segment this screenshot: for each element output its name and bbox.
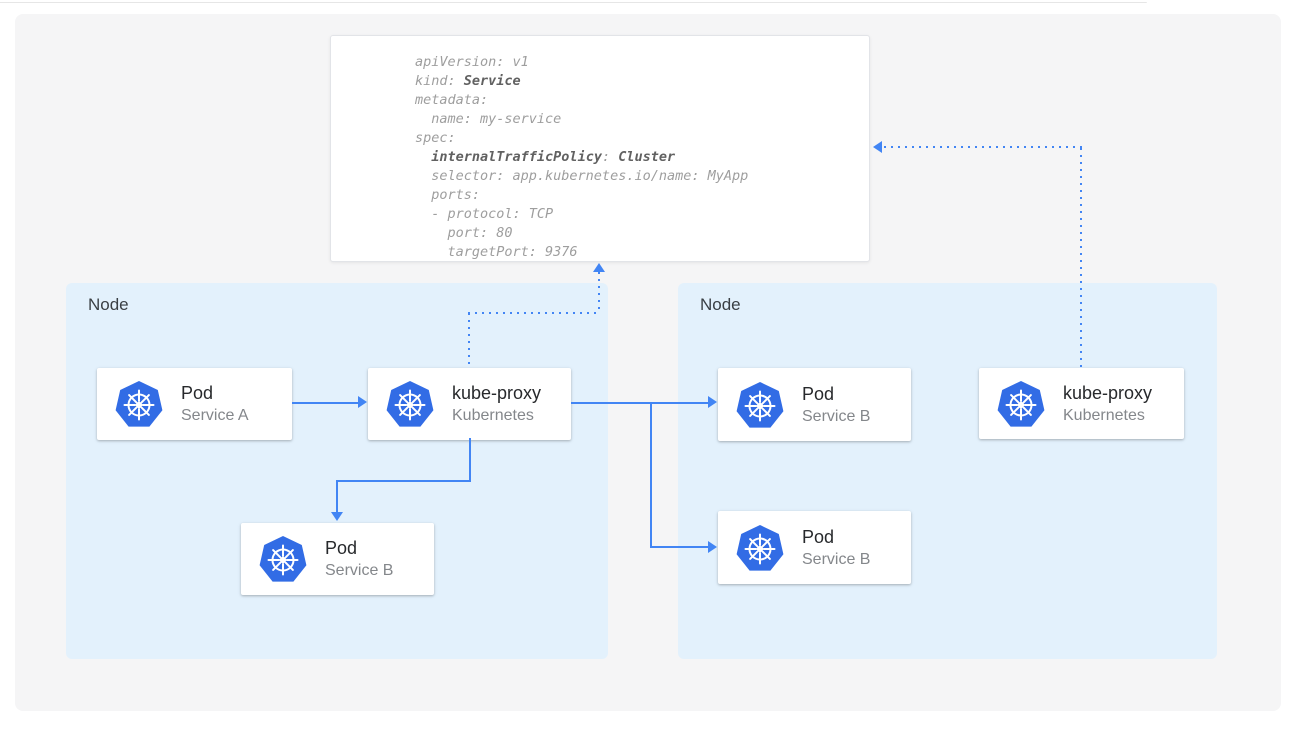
yaml-line-internaltrafficpolicy: internalTrafficPolicy: Cluster — [415, 148, 859, 167]
card-subtitle: Kubernetes — [452, 405, 541, 427]
yaml-text: apiVersion: v1 — [415, 54, 529, 70]
pod-card-service-b-left: Pod Service B — [241, 523, 434, 595]
arrow-line-kubeproxy-to-right-pod-upper — [571, 402, 708, 404]
pod-card-service-b-right-upper: Pod Service B — [718, 368, 911, 441]
arrowhead-right-pod-lower — [708, 541, 717, 553]
yaml-text: spec: — [415, 130, 456, 146]
yaml-text: - protocol: TCP — [415, 206, 553, 222]
arrowhead-poda-to-kubeproxy — [358, 396, 367, 408]
yaml-text: : — [602, 149, 618, 165]
service-yaml-panel: apiVersion: v1 kind: Service metadata: n… — [330, 35, 870, 262]
top-divider — [0, 2, 1147, 3]
kube-proxy-card-left: kube-proxy Kubernetes — [368, 368, 571, 440]
card-subtitle: Service B — [325, 560, 393, 582]
arrow-line-to-right-pod-lower — [650, 546, 708, 548]
kubernetes-wheel-icon — [114, 379, 164, 429]
arrow-line-branch-vertical — [650, 402, 652, 548]
card-text: Pod Service B — [325, 536, 393, 582]
yaml-text — [415, 149, 431, 165]
card-title: Pod — [181, 381, 249, 405]
card-subtitle: Service B — [802, 406, 870, 428]
node-left: Node — [66, 283, 608, 659]
yaml-text: selector: app.kubernetes.io/name: MyApp — [415, 168, 748, 184]
card-subtitle: Service A — [181, 405, 249, 427]
kubernetes-wheel-icon — [258, 534, 308, 584]
card-text: Pod Service A — [181, 381, 249, 427]
arrow-line-kubeproxy-down — [469, 438, 471, 482]
arrowhead-right-to-yaml — [873, 141, 882, 153]
dotted-line-right-horizontal — [884, 146, 1082, 148]
yaml-line-spec: spec: — [415, 129, 859, 148]
arrowhead-left-pod-b — [331, 512, 343, 521]
arrow-line-to-left-pod-b — [336, 480, 338, 512]
yaml-text: targetPort: 9376 — [415, 244, 578, 260]
yaml-text: metadata: — [415, 92, 488, 108]
dotted-line-left-kubeproxy-up — [468, 313, 470, 368]
card-text: Pod Service B — [802, 525, 870, 571]
yaml-text: ports: — [415, 187, 480, 203]
node-right-label: Node — [700, 295, 741, 315]
pod-card-service-b-right-lower: Pod Service B — [718, 511, 911, 584]
card-title: Pod — [802, 525, 870, 549]
kubernetes-wheel-icon — [385, 379, 435, 429]
yaml-text-bold: internalTrafficPolicy — [431, 149, 602, 165]
kube-proxy-card-right: kube-proxy Kubernetes — [979, 368, 1184, 439]
pod-card-service-a: Pod Service A — [97, 368, 292, 440]
yaml-line-port: port: 80 — [415, 224, 859, 243]
dotted-line-left-horizontal — [468, 312, 601, 314]
yaml-line-protocol: - protocol: TCP — [415, 205, 859, 224]
card-text: kube-proxy Kubernetes — [1063, 381, 1152, 427]
arrowhead-left-to-yaml — [593, 263, 605, 272]
arrowhead-right-pod-upper — [708, 396, 717, 408]
yaml-line-apiversion: apiVersion: v1 — [415, 53, 859, 72]
card-subtitle: Service B — [802, 549, 870, 571]
arrow-line-kubeproxy-left — [336, 480, 471, 482]
arrow-line-poda-to-kubeproxy — [292, 402, 358, 404]
yaml-text-bold: Service — [464, 73, 521, 89]
card-text: Pod Service B — [802, 382, 870, 428]
card-title: Pod — [802, 382, 870, 406]
kubernetes-wheel-icon — [735, 380, 785, 430]
kubernetes-wheel-icon — [996, 379, 1046, 429]
card-title: Pod — [325, 536, 393, 560]
dotted-line-right-kubeproxy-up — [1080, 148, 1082, 367]
yaml-line-name: name: my-service — [415, 110, 859, 129]
card-subtitle: Kubernetes — [1063, 405, 1152, 427]
yaml-line-kind: kind: Service — [415, 72, 859, 91]
yaml-text: port: 80 — [415, 225, 513, 241]
card-text: kube-proxy Kubernetes — [452, 381, 541, 427]
yaml-line-metadata: metadata: — [415, 91, 859, 110]
dotted-line-left-to-yaml — [598, 272, 600, 312]
yaml-line-selector: selector: app.kubernetes.io/name: MyApp — [415, 167, 859, 186]
yaml-line-ports: ports: — [415, 186, 859, 205]
card-title: kube-proxy — [452, 381, 541, 405]
yaml-text: name: my-service — [415, 111, 561, 127]
node-right: Node — [678, 283, 1217, 659]
card-title: kube-proxy — [1063, 381, 1152, 405]
yaml-line-targetport: targetPort: 9376 — [415, 243, 859, 262]
node-left-label: Node — [88, 295, 129, 315]
kubernetes-wheel-icon — [735, 523, 785, 573]
yaml-text: kind: — [415, 73, 464, 89]
yaml-text-bold: Cluster — [618, 149, 675, 165]
